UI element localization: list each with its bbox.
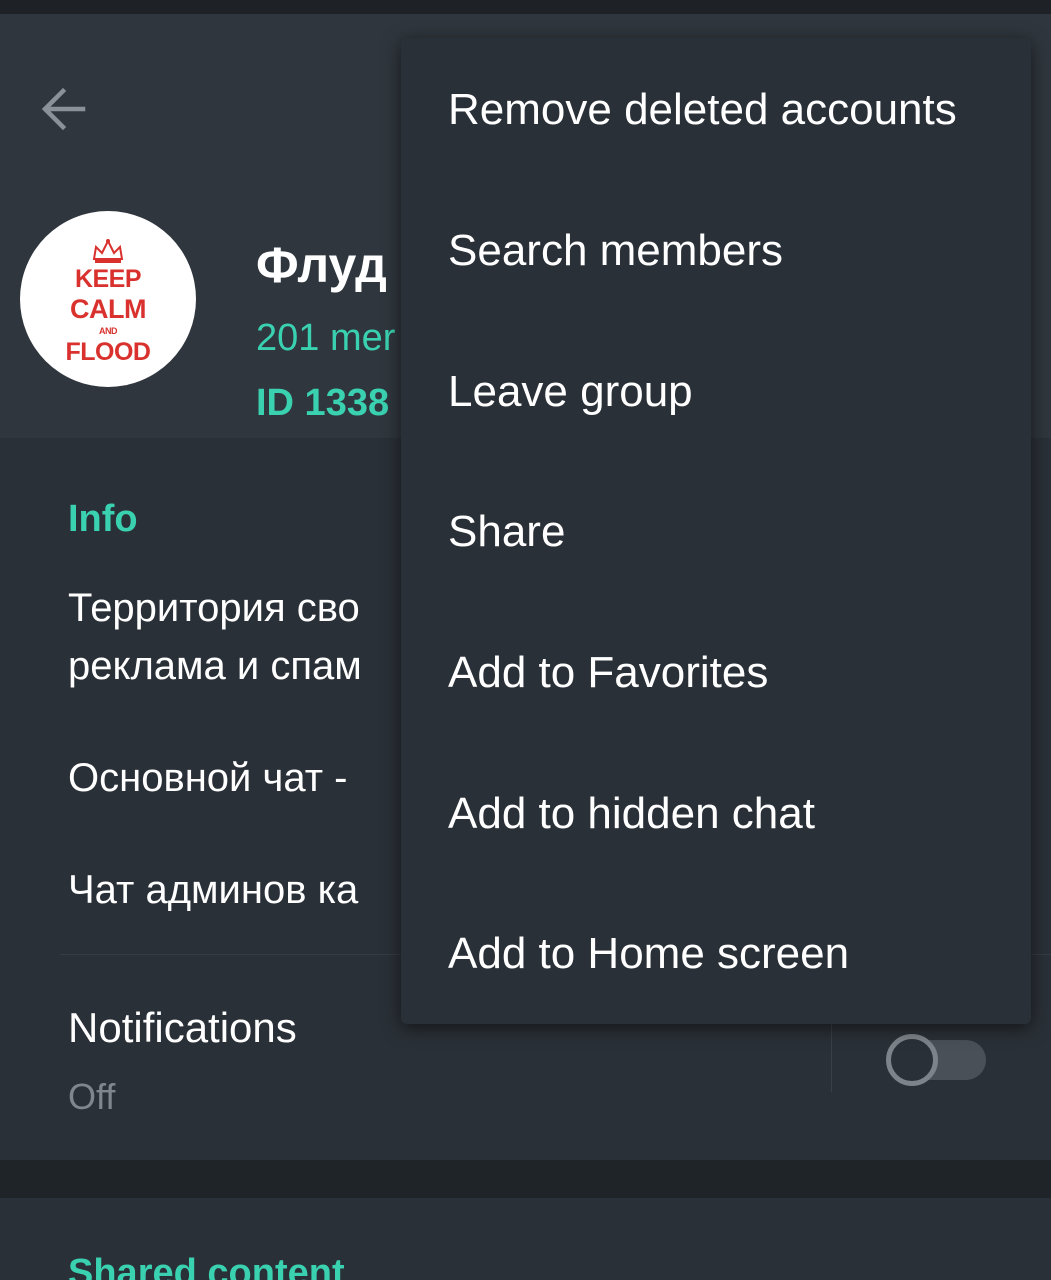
crown-icon xyxy=(92,238,124,263)
status-bar xyxy=(0,0,1051,14)
description-line-2: реклама и спам xyxy=(68,644,362,688)
arrow-left-icon xyxy=(41,87,86,131)
section-separator xyxy=(0,1160,1051,1198)
avatar-text-flood: FLOOD xyxy=(65,338,152,366)
menu-item-remove-deleted-accounts[interactable]: Remove deleted accounts xyxy=(401,40,1031,180)
avatar-text-calm: CALM xyxy=(70,294,146,324)
menu-item-add-to-hidden-chat[interactable]: Add to hidden chat xyxy=(401,744,1031,884)
menu-item-search-members[interactable]: Search members xyxy=(401,181,1031,321)
menu-item-share[interactable]: Share xyxy=(401,462,1031,602)
notifications-toggle[interactable] xyxy=(886,1034,986,1086)
menu-item-add-to-home-screen[interactable]: Add to Home screen xyxy=(401,884,1031,1024)
notifications-label[interactable]: Notifications xyxy=(68,1004,297,1052)
overflow-menu: Remove deleted accounts Search members L… xyxy=(401,38,1031,1024)
toggle-knob xyxy=(886,1034,938,1086)
menu-item-add-to-favorites[interactable]: Add to Favorites xyxy=(401,603,1031,743)
back-button[interactable] xyxy=(30,76,96,142)
menu-item-leave-group[interactable]: Leave group xyxy=(401,322,1031,462)
shared-content-section: Shared content xyxy=(0,1198,1051,1280)
description-line-1: Территория сво xyxy=(68,586,360,630)
admin-chat-link[interactable]: Чат админов ка xyxy=(68,868,358,913)
group-id: ID 1338 xyxy=(256,382,390,424)
avatar-text-keep: KEEP xyxy=(74,265,142,293)
vertical-divider xyxy=(831,1012,832,1092)
main-chat-link[interactable]: Основной чат - xyxy=(68,756,347,801)
shared-content-heading: Shared content xyxy=(68,1252,345,1280)
info-heading: Info xyxy=(68,498,138,540)
member-count: 201 mer xyxy=(256,317,396,359)
group-avatar[interactable]: KEEP CALM AND FLOOD xyxy=(20,211,196,387)
group-title: Флуд xyxy=(256,237,387,293)
avatar-text-and: AND xyxy=(99,326,118,336)
notifications-status: Off xyxy=(68,1076,116,1117)
